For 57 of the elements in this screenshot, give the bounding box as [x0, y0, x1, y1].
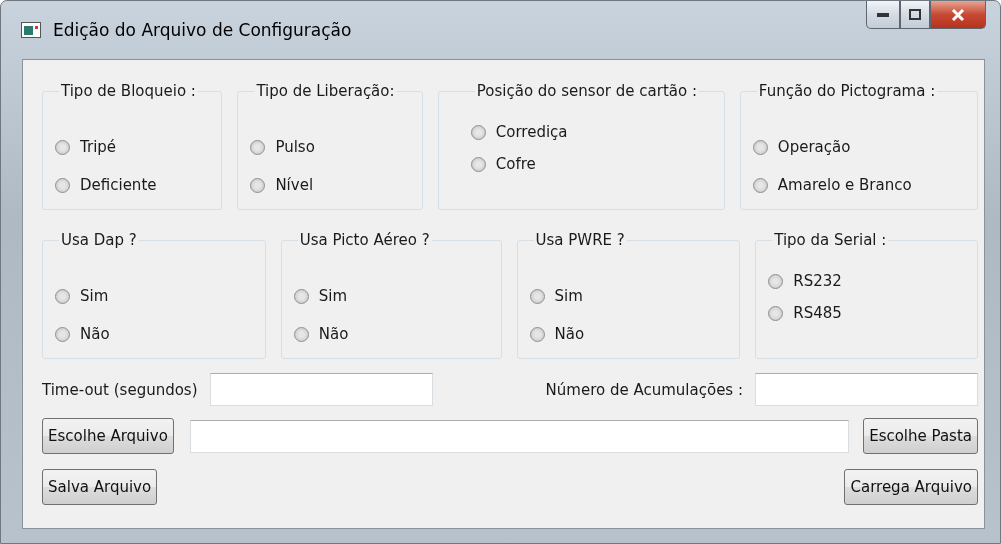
radio-option[interactable]: Tripé — [55, 138, 212, 156]
radio-button[interactable] — [293, 288, 309, 304]
radio-option[interactable]: Corrediça — [470, 123, 714, 141]
radio-option[interactable]: Sim — [529, 287, 730, 305]
radio-option[interactable]: Não — [55, 325, 255, 343]
radio-button[interactable] — [55, 288, 70, 304]
group-title: Usa PWRE ? — [534, 231, 626, 249]
choose-folder-button[interactable]: Escolhe Pasta — [863, 418, 978, 454]
minimize-icon — [877, 12, 889, 17]
close-icon — [951, 8, 965, 21]
path-field[interactable] — [189, 419, 850, 453]
accumulations-field[interactable] — [755, 373, 978, 406]
radio-button[interactable] — [55, 139, 70, 155]
field-label: Número de Acumulações : — [545, 380, 743, 399]
radio-option[interactable]: RS232 — [768, 272, 967, 290]
group-title: Posição do sensor de cartão : — [475, 82, 698, 100]
radio-button[interactable] — [250, 139, 266, 155]
load-file-button[interactable]: Carrega Arquivo — [844, 469, 978, 505]
radio-button[interactable] — [768, 273, 784, 289]
radio-button[interactable] — [55, 326, 70, 342]
app-icon — [21, 22, 41, 38]
group-title: Usa Picto Aéreo ? — [298, 231, 431, 249]
radio-option[interactable]: Deficiente — [55, 176, 212, 194]
close-button[interactable] — [930, 1, 986, 29]
radio-button[interactable] — [529, 288, 545, 304]
radio-option[interactable]: Amarelo e Branco — [752, 176, 967, 194]
radio-button[interactable] — [55, 177, 70, 193]
radio-option[interactable]: Operação — [752, 138, 967, 156]
radio-option[interactable]: Sim — [55, 287, 255, 305]
window-title: Edição do Arquivo de Configuração — [53, 20, 353, 40]
group-title: Tipo da Serial : — [773, 231, 888, 249]
radio-button[interactable] — [470, 124, 486, 140]
radio-option[interactable]: Não — [293, 325, 491, 343]
radio-option[interactable]: Nível — [250, 176, 412, 194]
radio-option[interactable]: Sim — [293, 287, 491, 305]
radio-button[interactable] — [250, 177, 266, 193]
radio-option[interactable]: Pulso — [250, 138, 412, 156]
radio-option[interactable]: Não — [529, 325, 730, 343]
group-title: Tipo de Liberação: — [255, 82, 396, 100]
group-title: Usa Dap ? — [60, 231, 138, 249]
radio-button[interactable] — [470, 156, 486, 172]
group-title: Tipo de Bloqueio : — [60, 82, 197, 100]
save-file-button[interactable]: Salva Arquivo — [42, 469, 158, 505]
choose-file-button[interactable]: Escolhe Arquivo — [42, 418, 174, 454]
radio-option[interactable]: RS485 — [768, 304, 967, 322]
radio-button[interactable] — [529, 326, 545, 342]
radio-button[interactable] — [752, 139, 768, 155]
maximize-button[interactable] — [900, 1, 930, 29]
radio-option[interactable]: Cofre — [470, 155, 714, 173]
radio-button[interactable] — [752, 177, 768, 193]
radio-button[interactable] — [768, 305, 784, 321]
radio-button[interactable] — [293, 326, 309, 342]
field-label: Time-out (segundos) — [42, 380, 198, 399]
group-title: Função do Pictograma : — [757, 82, 937, 100]
maximize-icon — [909, 9, 921, 20]
minimize-button[interactable] — [866, 1, 900, 29]
timeout-field[interactable] — [209, 373, 433, 406]
